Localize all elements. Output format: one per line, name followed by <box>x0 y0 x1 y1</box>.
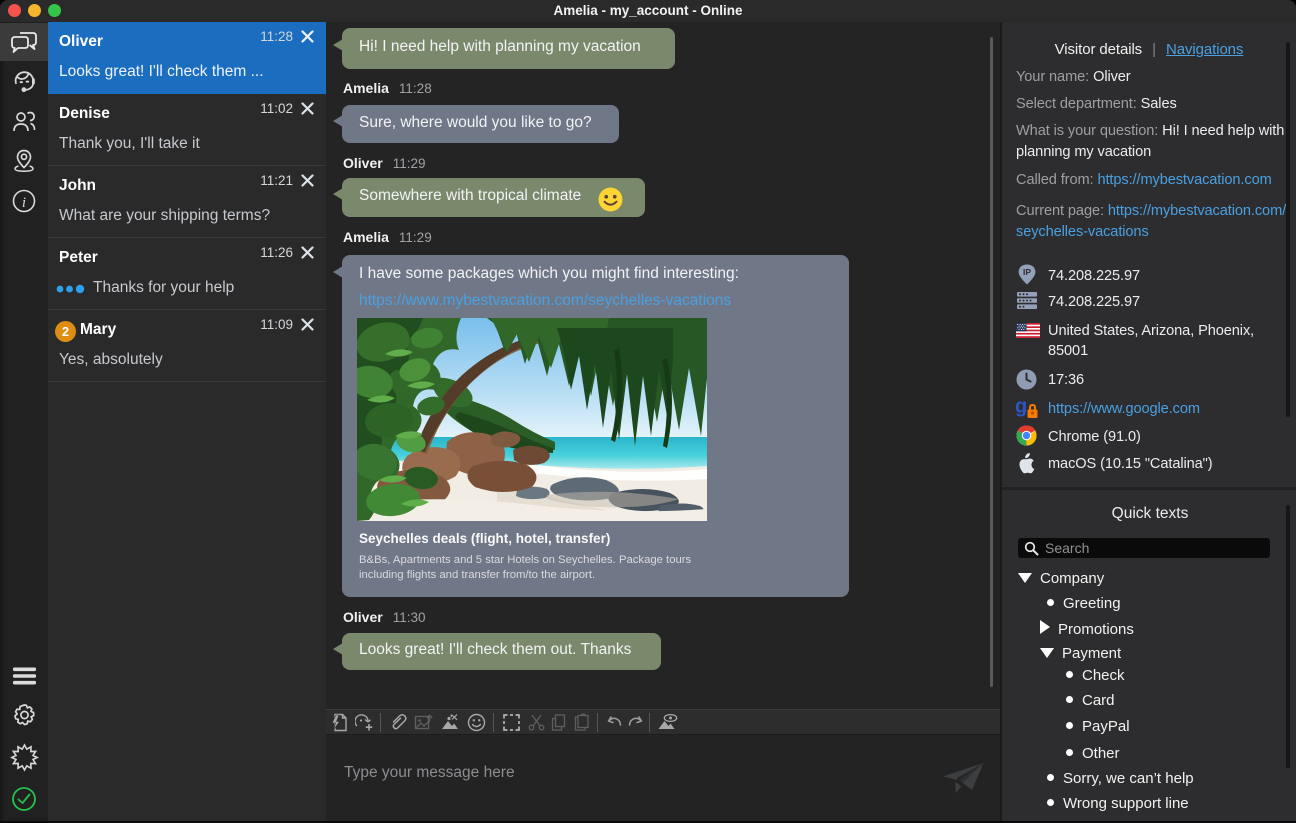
svg-text:i: i <box>22 195 26 211</box>
svg-text:g: g <box>1016 397 1027 418</box>
svg-text:IP: IP <box>1023 267 1031 277</box>
